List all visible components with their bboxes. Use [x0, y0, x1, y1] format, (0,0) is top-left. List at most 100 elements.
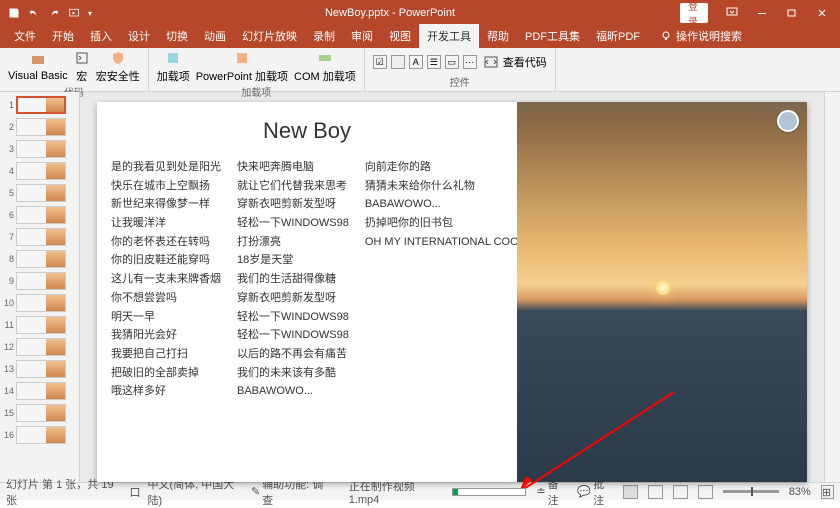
thumbnail-row[interactable]: 11 [2, 316, 77, 334]
thumbnail-row[interactable]: 8 [2, 250, 77, 268]
tab-help[interactable]: 帮助 [479, 24, 517, 48]
tab-home[interactable]: 开始 [44, 24, 82, 48]
thumbnail-number: 7 [2, 232, 16, 242]
minimize-button[interactable] [748, 3, 776, 23]
tab-slideshow[interactable]: 幻灯片放映 [234, 24, 305, 48]
qat-dropdown-icon[interactable]: ▾ [88, 9, 92, 18]
thumbnail-slide[interactable] [16, 184, 66, 202]
login-button[interactable]: 登录 [680, 3, 708, 23]
slide-corner-avatar-icon [777, 110, 799, 132]
undo-icon[interactable] [28, 7, 40, 19]
thumbnail-slide[interactable] [16, 272, 66, 290]
thumbnail-row[interactable]: 10 [2, 294, 77, 312]
zoom-percent[interactable]: 83% [789, 486, 811, 498]
thumbnail-slide[interactable] [16, 426, 66, 444]
tab-design[interactable]: 设计 [120, 24, 158, 48]
thumbnail-slide[interactable] [16, 316, 66, 334]
thumbnail-slide[interactable] [16, 140, 66, 158]
button-control-icon[interactable]: ▭ [445, 55, 459, 69]
close-button[interactable] [808, 3, 836, 23]
more-controls-icon[interactable]: ⋯ [463, 55, 477, 69]
tab-file[interactable]: 文件 [6, 24, 44, 48]
tab-record[interactable]: 录制 [305, 24, 343, 48]
slide-thumbnails[interactable]: 12345678910111213141516 [0, 92, 80, 482]
controls-gallery[interactable]: ☑ A ☰ ▭ ⋯ [373, 55, 477, 69]
slideshow-view-button[interactable] [698, 485, 713, 499]
thumbnail-row[interactable]: 2 [2, 118, 77, 136]
ribbon-options-icon[interactable] [718, 3, 746, 23]
status-bar: 幻灯片 第 1 张，共 19 张 口 中文(简体, 中国大陆) ✎ 辅助功能: … [0, 482, 840, 500]
thumbnail-slide[interactable] [16, 162, 66, 180]
thumbnail-row[interactable]: 12 [2, 338, 77, 356]
tab-insert[interactable]: 插入 [82, 24, 120, 48]
quick-access-toolbar: ▾ [0, 7, 100, 19]
thumbnail-row[interactable]: 15 [2, 404, 77, 422]
ribbon-group-addins: 加载项 PowerPoint 加载项 COM 加载项 加载项 [149, 48, 365, 91]
thumbnail-number: 3 [2, 144, 16, 154]
tab-animations[interactable]: 动画 [196, 24, 234, 48]
thumbnail-slide[interactable] [16, 206, 66, 224]
thumbnail-slide[interactable] [16, 382, 66, 400]
save-icon[interactable] [8, 7, 20, 19]
thumbnail-slide[interactable] [16, 360, 66, 378]
tab-review[interactable]: 审阅 [343, 24, 381, 48]
thumbnail-slide[interactable] [16, 338, 66, 356]
thumbnail-number: 5 [2, 188, 16, 198]
tab-view[interactable]: 视图 [381, 24, 419, 48]
thumbnail-number: 8 [2, 254, 16, 264]
slide-text-area[interactable]: New Boy 是的我看见到处是阳光 快乐在城市上空飘扬 新世纪来得像梦一样 让… [97, 102, 517, 482]
vertical-scrollbar[interactable] [824, 92, 840, 482]
thumbnail-number: 14 [2, 386, 16, 396]
visual-basic-button[interactable]: Visual Basic [8, 52, 68, 82]
thumbnail-number: 4 [2, 166, 16, 176]
addins-button[interactable]: 加载项 [157, 50, 190, 84]
restore-button[interactable] [778, 3, 806, 23]
tell-me-search[interactable]: 操作说明搜索 [654, 24, 748, 48]
normal-view-button[interactable] [623, 485, 638, 499]
thumbnail-row[interactable]: 16 [2, 426, 77, 444]
thumbnail-slide[interactable] [16, 294, 66, 312]
thumbnail-slide[interactable] [16, 228, 66, 246]
sorter-view-button[interactable] [648, 485, 663, 499]
list-control-icon[interactable]: ☰ [427, 55, 441, 69]
lyrics-col-1: 是的我看见到处是阳光 快乐在城市上空飘扬 新世纪来得像梦一样 让我暖洋洋 你的老… [111, 158, 221, 401]
slide-title: New Boy [111, 118, 503, 144]
title-bar: ▾ NewBoy.pptx - PowerPoint 登录 [0, 0, 840, 26]
com-addins-button[interactable]: COM 加载项 [294, 50, 356, 84]
tab-transitions[interactable]: 切换 [158, 24, 196, 48]
thumbnail-slide[interactable] [16, 96, 66, 114]
macro-security-button[interactable]: 宏安全性 [96, 50, 140, 84]
tab-foxit-pdf[interactable]: 福昕PDF [588, 24, 648, 48]
tab-developer[interactable]: 开发工具 [419, 24, 479, 48]
tab-pdf-tools[interactable]: PDF工具集 [517, 24, 588, 48]
thumbnail-row[interactable]: 1 [2, 96, 77, 114]
thumbnail-number: 6 [2, 210, 16, 220]
thumbnail-number: 12 [2, 342, 16, 352]
thumbnail-row[interactable]: 5 [2, 184, 77, 202]
thumbnail-row[interactable]: 9 [2, 272, 77, 290]
reading-view-button[interactable] [673, 485, 688, 499]
zoom-slider[interactable] [723, 490, 779, 493]
fit-to-window-button[interactable]: ⊞ [821, 485, 834, 499]
ribbon-group-controls: ☑ A ☰ ▭ ⋯ 查看代码 控件 [365, 48, 556, 91]
powerpoint-addins-button[interactable]: PowerPoint 加载项 [196, 50, 288, 84]
thumbnail-slide[interactable] [16, 404, 66, 422]
redo-icon[interactable] [48, 7, 60, 19]
thumbnail-row[interactable]: 14 [2, 382, 77, 400]
start-slideshow-icon[interactable] [68, 7, 80, 19]
thumbnail-row[interactable]: 6 [2, 206, 77, 224]
slide-canvas-area[interactable]: New Boy 是的我看见到处是阳光 快乐在城市上空飘扬 新世纪来得像梦一样 让… [80, 92, 824, 482]
macros-button[interactable]: 宏 [74, 50, 90, 84]
thumbnail-row[interactable]: 3 [2, 140, 77, 158]
thumbnail-slide[interactable] [16, 250, 66, 268]
textbox-control-icon[interactable] [391, 55, 405, 69]
thumbnail-slide[interactable] [16, 118, 66, 136]
thumbnail-row[interactable]: 4 [2, 162, 77, 180]
label-control-icon[interactable]: A [409, 55, 423, 69]
lyrics-columns: 是的我看见到处是阳光 快乐在城市上空飘扬 新世纪来得像梦一样 让我暖洋洋 你的老… [111, 158, 503, 401]
view-code-button[interactable]: 查看代码 [483, 54, 547, 70]
thumbnail-row[interactable]: 7 [2, 228, 77, 246]
slide-image[interactable] [517, 102, 807, 482]
checkbox-control-icon[interactable]: ☑ [373, 55, 387, 69]
thumbnail-row[interactable]: 13 [2, 360, 77, 378]
